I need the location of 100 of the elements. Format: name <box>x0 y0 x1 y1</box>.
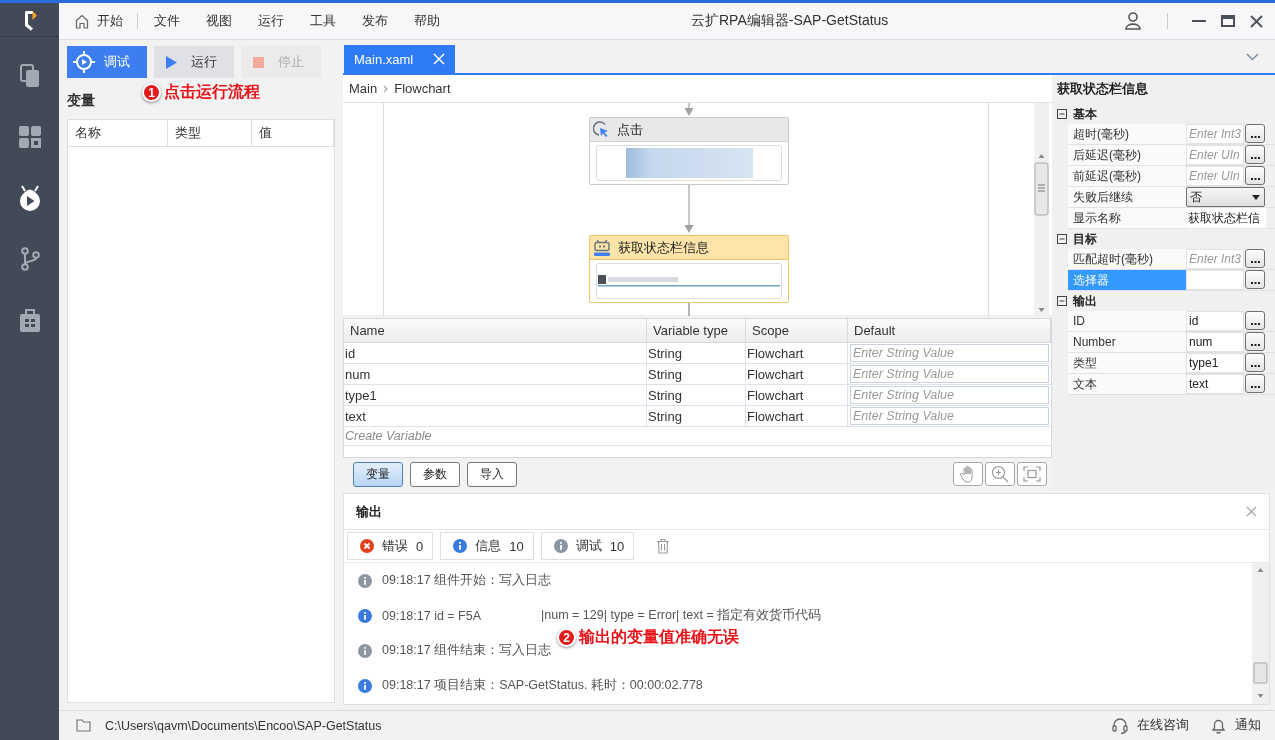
annotation-text: 输出的变量值准确无误 <box>579 627 739 647</box>
tool-button[interactable] <box>985 462 1015 486</box>
filter-button[interactable]: 调试 10 <box>540 532 635 560</box>
step-badge: 1 <box>142 83 161 102</box>
log-message: 09:18:17 组件结束：写入日志 <box>382 642 552 659</box>
chevron-down-icon[interactable] <box>1246 52 1259 61</box>
info-icon <box>453 539 468 553</box>
vertical-scrollbar[interactable] <box>1034 103 1049 315</box>
browse-button[interactable] <box>1245 145 1265 164</box>
tool-button[interactable] <box>1017 462 1047 486</box>
property-label[interactable]: 后延迟(毫秒) <box>1068 145 1186 165</box>
table-cell: text <box>344 406 647 426</box>
bug-play-icon[interactable] <box>17 184 42 211</box>
property-label[interactable]: 前延迟(毫秒) <box>1068 166 1186 186</box>
browse-button[interactable] <box>1245 374 1265 393</box>
column-header: Variable type <box>647 319 746 342</box>
property-field[interactable]: id <box>1186 311 1244 331</box>
toolbar-button[interactable]: 调试 <box>67 46 147 78</box>
trash-icon[interactable] <box>656 538 671 554</box>
browse-button[interactable] <box>1245 124 1265 143</box>
browse-button[interactable] <box>1245 332 1265 351</box>
status-bar-button[interactable]: 在线咨询 <box>1112 717 1189 734</box>
panel-tab[interactable]: 参数 <box>410 461 460 487</box>
close-icon[interactable] <box>1250 14 1263 28</box>
property-field[interactable]: Enter UIn <box>1186 166 1244 186</box>
property-label[interactable]: Number <box>1068 332 1186 352</box>
grid-icon[interactable] <box>18 125 41 148</box>
briefcase-icon[interactable] <box>18 307 41 332</box>
minimize-icon[interactable] <box>1191 20 1206 22</box>
property-label[interactable]: 匹配超时(毫秒) <box>1068 249 1186 269</box>
default-value-field[interactable]: Enter String Value <box>850 386 1049 404</box>
menu-item[interactable]: 运行 <box>245 8 297 34</box>
table-cell: String <box>647 406 746 426</box>
robot-icon <box>593 238 611 257</box>
property-field[interactable]: 获取状态栏信 <box>1186 208 1266 228</box>
caret-icon <box>1252 194 1260 200</box>
flowchart-node[interactable]: 点击 <box>589 117 789 185</box>
property-field[interactable]: num <box>1186 332 1244 352</box>
fit-screen-icon <box>1023 466 1041 482</box>
copy-icon[interactable] <box>19 63 40 88</box>
editor-tab[interactable]: Main.xaml <box>344 45 455 73</box>
property-label[interactable]: 类型 <box>1068 353 1186 373</box>
property-field[interactable]: Enter UIn <box>1186 145 1244 165</box>
property-field[interactable]: type1 <box>1186 353 1244 373</box>
menu-item[interactable]: 发布 <box>349 8 401 34</box>
menu-item[interactable]: 工具 <box>297 8 349 34</box>
table-cell: Flowchart <box>746 364 848 384</box>
default-value-field[interactable]: Enter String Value <box>850 365 1049 383</box>
panel-tab[interactable]: 导入 <box>467 461 517 487</box>
node-title: 获取状态栏信息 <box>618 238 709 257</box>
flowchart-node[interactable]: 获取状态栏信息 <box>589 235 789 303</box>
property-label[interactable]: 失败后继续 <box>1068 187 1186 207</box>
property-field[interactable]: text <box>1186 374 1244 394</box>
user-icon[interactable] <box>1124 12 1141 30</box>
default-value-field[interactable]: Enter String Value <box>850 407 1049 425</box>
play-icon <box>165 55 177 69</box>
chevron-right-icon <box>383 84 389 93</box>
vertical-scrollbar[interactable] <box>1252 563 1269 704</box>
breadcrumb-item[interactable]: Main <box>349 81 378 96</box>
browse-button[interactable] <box>1245 270 1265 289</box>
collapse-icon[interactable] <box>1057 296 1067 306</box>
collapse-icon[interactable] <box>1057 234 1067 244</box>
column-header: Default <box>848 319 1051 342</box>
table-cell: String <box>647 385 746 405</box>
browse-button[interactable] <box>1245 249 1265 268</box>
browse-button[interactable] <box>1245 353 1265 372</box>
table-cell: Flowchart <box>746 343 848 363</box>
table-cell: String <box>647 343 746 363</box>
property-label[interactable]: 超时(毫秒) <box>1068 124 1186 144</box>
folder-icon <box>76 719 91 732</box>
table-cell: String <box>647 364 746 384</box>
create-variable-prompt[interactable]: Create Variable <box>344 429 432 443</box>
toolbar-button[interactable]: 运行 <box>154 46 234 78</box>
property-label[interactable]: 文本 <box>1068 374 1186 394</box>
menu-item[interactable]: 帮助 <box>401 8 453 34</box>
menu-item[interactable]: 文件 <box>141 8 193 34</box>
dropdown[interactable]: 否 <box>1186 187 1265 207</box>
panel-title: 输出 <box>356 502 382 521</box>
breadcrumb-item[interactable]: Flowchart <box>394 81 451 96</box>
property-field[interactable]: Enter Int3 <box>1186 124 1244 144</box>
table-cell: num <box>344 364 647 384</box>
collapse-icon[interactable] <box>1057 109 1067 119</box>
headset-icon <box>1112 717 1128 734</box>
default-value-field[interactable]: Enter String Value <box>850 344 1049 362</box>
menu-item[interactable]: 视图 <box>193 8 245 34</box>
browse-button[interactable] <box>1245 311 1265 330</box>
status-bar-button[interactable]: 通知 <box>1211 717 1261 734</box>
panel-tab[interactable]: 变量 <box>353 461 403 487</box>
menu-item[interactable]: 开始 <box>75 8 137 34</box>
property-field[interactable]: Enter Int3 <box>1186 249 1244 269</box>
property-label[interactable]: 显示名称 <box>1068 208 1186 228</box>
filter-button[interactable]: 错误 0 <box>347 532 434 560</box>
column-header: Name <box>344 319 647 342</box>
property-field[interactable] <box>1186 270 1244 290</box>
property-label[interactable]: ID <box>1068 311 1186 331</box>
filter-button[interactable]: 信息 10 <box>440 532 534 560</box>
target-icon <box>73 51 95 73</box>
maximize-icon[interactable] <box>1220 15 1235 27</box>
browse-button[interactable] <box>1245 166 1265 185</box>
branch-icon[interactable] <box>19 246 40 271</box>
